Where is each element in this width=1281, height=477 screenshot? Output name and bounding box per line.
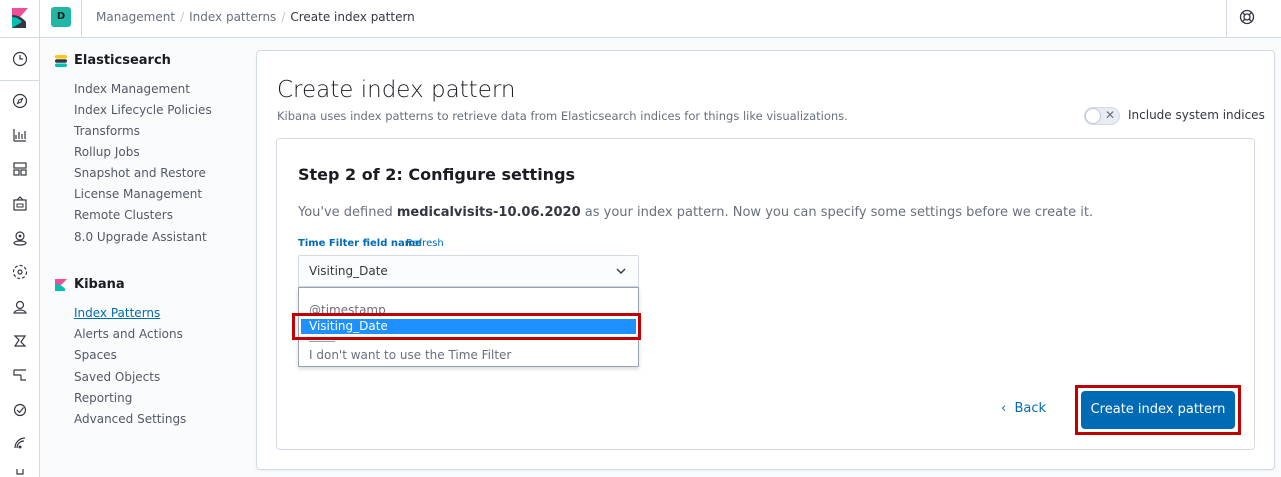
elasticsearch-section-title: Elasticsearch	[54, 53, 171, 68]
include-system-indices-label: Include system indices	[1128, 108, 1265, 122]
sidenav-item-index-lifecycle-policies[interactable]: Index Lifecycle Policies	[74, 103, 212, 117]
space-avatar: D	[51, 7, 71, 27]
dev-tools-icon[interactable]	[11, 466, 29, 477]
visualize-chart-icon[interactable]	[11, 126, 29, 144]
sidenav-item-index-patterns[interactable]: Index Patterns	[74, 306, 160, 320]
chevron-left-icon: ‹	[1001, 401, 1007, 416]
elasticsearch-logo-icon	[55, 54, 67, 67]
management-sidenav: Elasticsearch Index Management Index Lif…	[40, 38, 248, 477]
apm-icon[interactable]	[11, 366, 29, 384]
include-system-indices-toggle[interactable]: ✕	[1084, 107, 1120, 125]
chevron-down-icon	[616, 268, 626, 274]
configure-settings-card: Step 2 of 2: Configure settings You've d…	[276, 138, 1255, 450]
refresh-link[interactable]: Refresh	[406, 238, 444, 249]
page-description: Kibana uses index patterns to retrieve d…	[277, 109, 848, 123]
top-bar: D Management / Index patterns / Create index…	[0, 0, 1281, 38]
sidenav-item-index-management[interactable]: Index Management	[74, 82, 190, 96]
sidenav-item-alerts-and-actions[interactable]: Alerts and Actions	[74, 327, 183, 341]
dashboard-icon[interactable]	[11, 160, 29, 178]
elasticsearch-section-label: Elasticsearch	[74, 53, 171, 68]
sidenav-item-snapshot-and-restore[interactable]: Snapshot and Restore	[74, 166, 206, 180]
sidenav-item-rollup-jobs[interactable]: Rollup Jobs	[74, 145, 140, 159]
kibana-logo-icon	[12, 8, 28, 28]
machine-learning-icon[interactable]	[11, 263, 29, 281]
help-button[interactable]	[1226, 0, 1281, 38]
selected-option-highlight	[292, 313, 641, 340]
step-description: You've defined medicalvisits-10.06.2020 …	[298, 205, 1093, 220]
kibana-section-title: Kibana	[54, 277, 125, 292]
canvas-icon[interactable]	[11, 195, 29, 213]
maps-pin-icon[interactable]	[11, 229, 29, 247]
discover-compass-icon[interactable]	[11, 92, 29, 110]
step-desc-suffix: as your index pattern. Now you can speci…	[580, 205, 1094, 220]
sidenav-item-remote-clusters[interactable]: Remote Clusters	[74, 208, 173, 222]
index-pattern-name: medicalvisits-10.06.2020	[396, 205, 581, 220]
time-filter-selected-value: Visiting_Date	[309, 264, 388, 278]
siem-icon[interactable]	[11, 434, 29, 452]
create-index-pattern-panel: Create index pattern Kibana uses index p…	[256, 50, 1275, 470]
sidenav-item-upgrade-assistant[interactable]: 8.0 Upgrade Assistant	[74, 230, 207, 244]
uptime-icon[interactable]	[11, 400, 29, 418]
kibana-section-logo-icon	[55, 278, 67, 291]
back-button-label: Back	[1014, 401, 1047, 416]
breadcrumb-index-patterns[interactable]: Index patterns	[189, 10, 276, 24]
step-title: Step 2 of 2: Configure settings	[298, 165, 576, 184]
toggle-knob	[1085, 108, 1101, 124]
dropdown-divider	[309, 341, 335, 342]
step-desc-prefix: You've defined	[298, 205, 397, 220]
page-title: Create index pattern	[277, 77, 516, 103]
breadcrumb-management[interactable]: Management	[96, 10, 175, 24]
breadcrumb-current: Create index pattern	[290, 10, 415, 24]
sidenav-item-spaces[interactable]: Spaces	[74, 348, 117, 362]
back-button[interactable]: ‹ Back	[1001, 401, 1046, 416]
sidenav-item-saved-objects[interactable]: Saved Objects	[74, 370, 160, 384]
breadcrumb-separator: /	[180, 10, 185, 24]
dropdown-option-no-time-filter[interactable]: I don't want to use the Time Filter	[309, 348, 511, 362]
sidenav-item-advanced-settings[interactable]: Advanced Settings	[74, 412, 186, 426]
logs-icon[interactable]	[11, 332, 29, 350]
sidenav-item-transforms[interactable]: Transforms	[74, 124, 140, 138]
space-selector[interactable]: D	[40, 0, 82, 38]
nav-rail	[0, 38, 40, 477]
kibana-section-label: Kibana	[74, 277, 125, 292]
help-lifebuoy-icon	[1239, 9, 1255, 25]
breadcrumb-separator: /	[281, 10, 286, 24]
time-filter-select[interactable]: Visiting_Date	[298, 255, 639, 287]
rail-divider	[0, 80, 40, 81]
metrics-infrastructure-icon[interactable]	[11, 298, 29, 316]
breadcrumb: Management / Index patterns / Create index p…	[96, 10, 415, 24]
sidenav-item-reporting[interactable]: Reporting	[74, 391, 132, 405]
create-index-pattern-button[interactable]: Create index pattern	[1081, 391, 1235, 429]
sidenav-item-license-management[interactable]: License Management	[74, 187, 202, 201]
recently-viewed-clock-icon[interactable]	[11, 50, 29, 68]
time-filter-field-label: Time Filter field name	[298, 238, 422, 249]
close-icon: ✕	[1105, 108, 1116, 122]
kibana-logo-button[interactable]	[0, 0, 40, 38]
